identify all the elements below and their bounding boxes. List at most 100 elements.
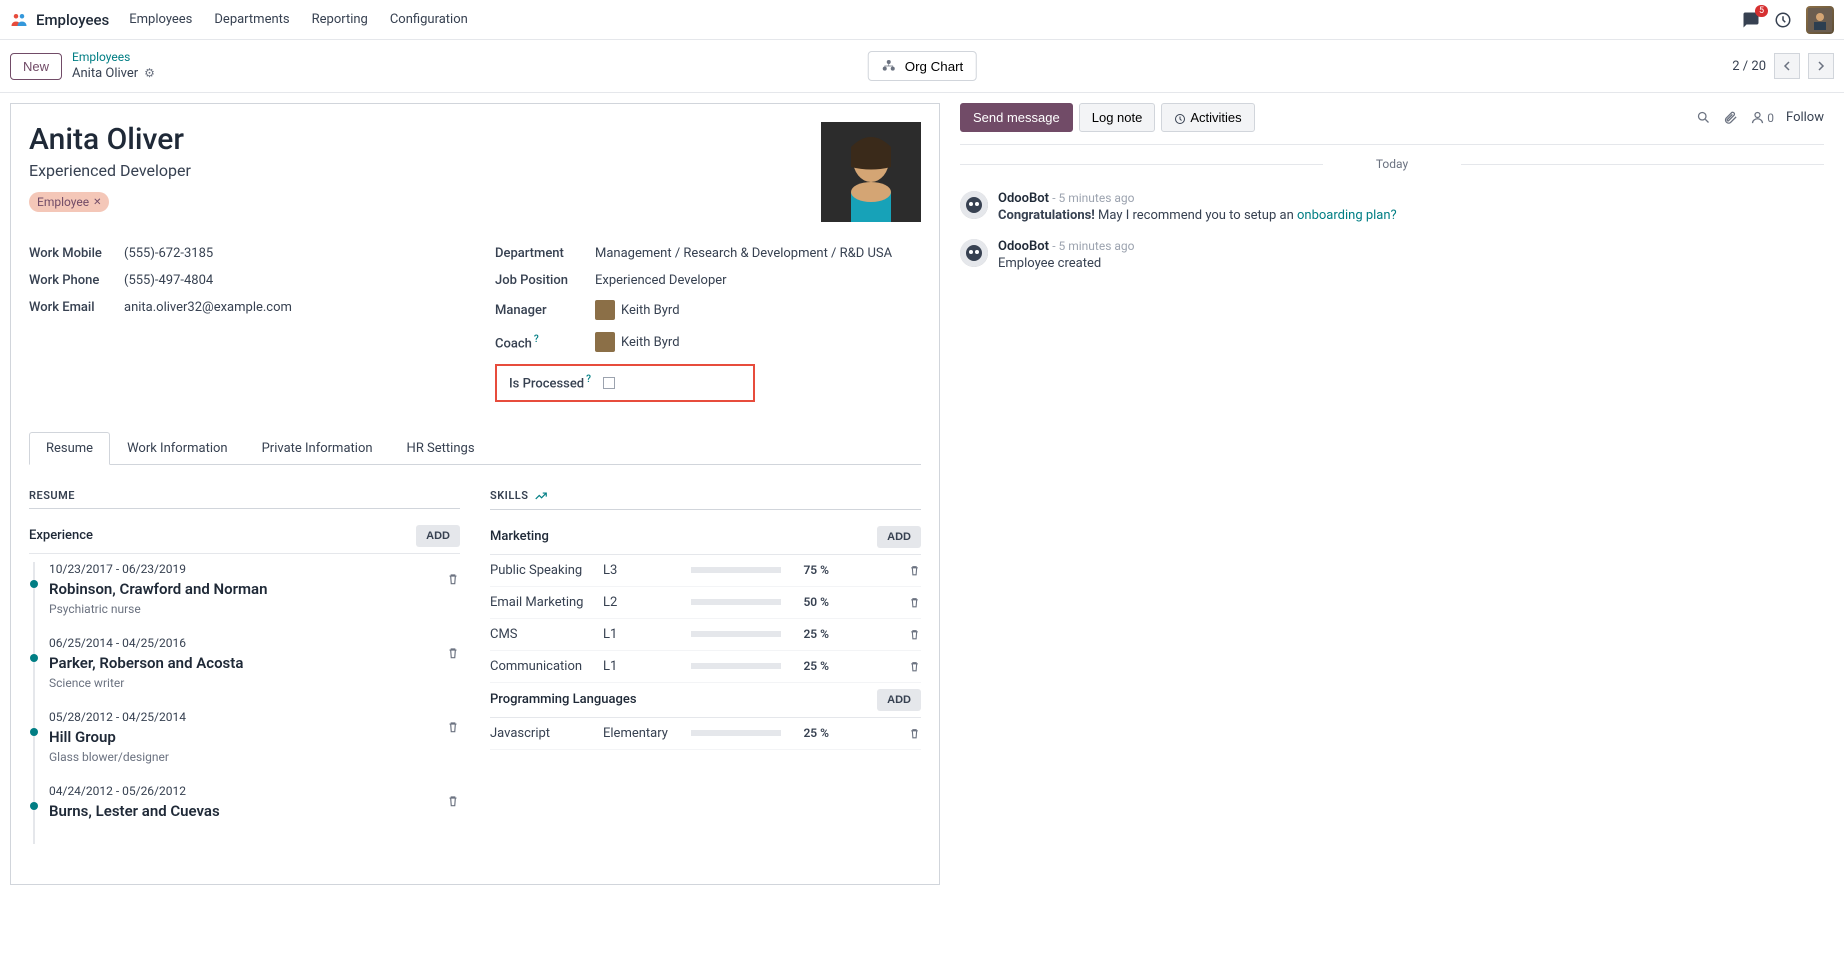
skill-bar — [691, 567, 781, 573]
skill-group-header: Marketing ADD — [490, 520, 921, 555]
trash-icon[interactable] — [908, 564, 921, 577]
skill-row[interactable]: Communication L1 25 % — [490, 651, 921, 683]
attachment-icon[interactable] — [1723, 110, 1738, 125]
skill-row[interactable]: Email Marketing L2 50 % — [490, 587, 921, 619]
messages-icon[interactable]: 5 — [1742, 11, 1760, 29]
work-email-value[interactable]: anita.oliver32@example.com — [124, 300, 292, 315]
employee-photo[interactable] — [821, 122, 921, 222]
timeline-dates: 05/28/2012 - 04/25/2014 — [49, 710, 460, 724]
pager-prev-button[interactable] — [1774, 53, 1800, 79]
right-fields: Department Management / Research & Devel… — [495, 240, 921, 411]
timeline-item[interactable]: 05/28/2012 - 04/25/2014 Hill Group Glass… — [49, 710, 460, 784]
org-chart-button[interactable]: Org Chart — [868, 51, 977, 81]
timeline-title: Burns, Lester and Cuevas — [49, 802, 460, 820]
skill-percent: 50 % — [789, 595, 829, 609]
skill-percent: 25 % — [789, 726, 829, 740]
skill-percent: 25 % — [789, 659, 829, 673]
timeline-item[interactable]: 06/25/2014 - 04/25/2016 Parker, Roberson… — [49, 636, 460, 710]
coach-value[interactable]: Keith Byrd — [595, 332, 680, 352]
add-skill-button[interactable]: ADD — [877, 526, 921, 548]
timeline: 10/23/2017 - 06/23/2019 Robinson, Crawfo… — [29, 562, 460, 844]
job-position-value[interactable]: Experienced Developer — [595, 273, 727, 288]
tab-resume[interactable]: Resume — [29, 432, 110, 465]
trash-icon[interactable] — [908, 660, 921, 673]
department-label: Department — [495, 246, 595, 261]
timeline-item[interactable]: 04/24/2012 - 05/26/2012 Burns, Lester an… — [49, 784, 460, 844]
skill-level: Elementary — [603, 726, 683, 741]
skills-container: Marketing ADD Public Speaking L3 75 % Em… — [490, 520, 921, 750]
nav-employees[interactable]: Employees — [129, 12, 192, 27]
employee-tag[interactable]: Employee ✕ — [29, 192, 109, 212]
nav-configuration[interactable]: Configuration — [390, 12, 468, 27]
employee-job-title[interactable]: Experienced Developer — [29, 161, 191, 180]
work-phone-label: Work Phone — [29, 273, 124, 288]
chevron-right-icon — [1816, 61, 1826, 71]
activities-button[interactable]: Activities — [1161, 103, 1254, 132]
pager-text: 2 / 20 — [1732, 59, 1766, 74]
work-phone-value[interactable]: (555)-497-4804 — [124, 273, 213, 288]
skill-row[interactable]: Javascript Elementary 25 % — [490, 718, 921, 750]
skill-row[interactable]: Public Speaking L3 75 % — [490, 555, 921, 587]
timeline-dot — [30, 728, 38, 736]
main-content: Anita Oliver Experienced Developer Emplo… — [0, 93, 1844, 894]
skill-level: L1 — [603, 659, 683, 674]
activities-clock-icon[interactable] — [1774, 11, 1792, 29]
skill-percent: 25 % — [789, 627, 829, 641]
work-mobile-label: Work Mobile — [29, 246, 124, 261]
follow-button[interactable]: Follow — [1786, 110, 1824, 125]
help-icon[interactable]: ? — [586, 374, 591, 385]
nav-departments[interactable]: Departments — [214, 12, 289, 27]
skill-name: Javascript — [490, 726, 595, 741]
skill-row[interactable]: CMS L1 25 % — [490, 619, 921, 651]
add-skill-button[interactable]: ADD — [877, 689, 921, 711]
chart-icon[interactable] — [534, 489, 548, 503]
followers-icon[interactable]: 0 — [1750, 110, 1774, 125]
message-link[interactable]: onboarding plan? — [1297, 208, 1397, 223]
gear-icon[interactable]: ⚙ — [144, 66, 155, 82]
department-value[interactable]: Management / Research & Development / R&… — [595, 246, 892, 261]
help-icon[interactable]: ? — [534, 334, 539, 345]
skill-bar — [691, 631, 781, 637]
app-name: Employees — [36, 11, 109, 29]
timeline-item[interactable]: 10/23/2017 - 06/23/2019 Robinson, Crawfo… — [49, 562, 460, 636]
tabs: Resume Work Information Private Informat… — [29, 432, 921, 465]
skill-name: CMS — [490, 627, 595, 642]
tab-work-information[interactable]: Work Information — [110, 432, 245, 464]
new-button[interactable]: New — [10, 53, 62, 80]
search-icon[interactable] — [1696, 110, 1711, 125]
work-mobile-value[interactable]: (555)-672-3185 — [124, 246, 213, 261]
timeline-desc: Science writer — [49, 676, 460, 690]
manager-value[interactable]: Keith Byrd — [595, 300, 680, 320]
bot-avatar — [960, 239, 988, 267]
timeline-dates: 06/25/2014 - 04/25/2016 — [49, 636, 460, 650]
tab-hr-settings[interactable]: HR Settings — [390, 432, 492, 464]
breadcrumb-parent[interactable]: Employees — [72, 50, 155, 66]
trash-icon[interactable] — [446, 572, 460, 586]
coach-avatar — [595, 332, 615, 352]
topbar: Employees Employees Departments Reportin… — [0, 0, 1844, 40]
is-processed-label: Is Processed? — [509, 374, 591, 391]
skill-bar — [691, 663, 781, 669]
trash-icon[interactable] — [908, 596, 921, 609]
app-logo[interactable]: Employees — [10, 11, 109, 29]
tab-private-information[interactable]: Private Information — [245, 432, 390, 464]
nav-reporting[interactable]: Reporting — [312, 12, 368, 27]
user-avatar[interactable] — [1806, 6, 1834, 34]
employee-name[interactable]: Anita Oliver — [29, 122, 191, 157]
trash-icon[interactable] — [908, 628, 921, 641]
trash-icon[interactable] — [446, 720, 460, 734]
send-message-button[interactable]: Send message — [960, 103, 1073, 132]
trash-icon[interactable] — [908, 727, 921, 740]
skill-group-header: Programming Languages ADD — [490, 683, 921, 718]
fields-row: Work Mobile (555)-672-3185 Work Phone (5… — [29, 240, 921, 411]
trash-icon[interactable] — [446, 646, 460, 660]
trash-icon[interactable] — [446, 794, 460, 808]
is-processed-checkbox[interactable] — [603, 377, 615, 389]
breadcrumb: Employees Anita Oliver ⚙ — [72, 50, 155, 82]
pager-next-button[interactable] — [1808, 53, 1834, 79]
add-experience-button[interactable]: ADD — [416, 525, 460, 547]
tag-remove-icon[interactable]: ✕ — [93, 197, 101, 208]
skill-name: Public Speaking — [490, 563, 595, 578]
log-note-button[interactable]: Log note — [1079, 103, 1156, 132]
is-processed-field: Is Processed? — [495, 364, 755, 401]
